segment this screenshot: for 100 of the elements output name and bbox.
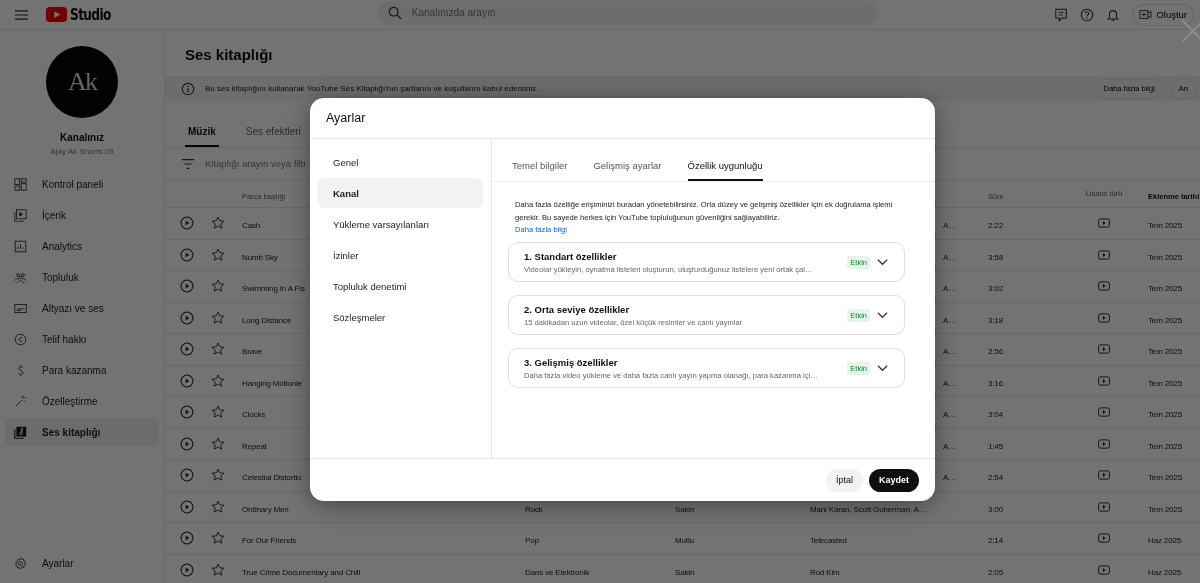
search-icon [387, 5, 402, 20]
settings-nav-item[interactable]: Sözleşmeler [318, 302, 483, 332]
track-title: Cash [242, 221, 261, 231]
date-cell: Tem 2025 [1148, 221, 1182, 231]
play-icon[interactable] [180, 405, 194, 420]
library-tab[interactable]: Ses efektleri [242, 120, 304, 147]
cancel-button[interactable]: İptal [825, 468, 863, 492]
settings-tab[interactable]: Özellik uygunluğu [687, 160, 763, 181]
play-logo-icon [46, 7, 67, 22]
artist-cell: A… [942, 473, 956, 483]
dialog-title: Ayarlar [326, 111, 366, 125]
star-icon[interactable] [211, 373, 225, 388]
star-icon[interactable] [211, 531, 225, 546]
track-title: Repeat [242, 441, 267, 451]
track-title: Clocks [242, 410, 266, 420]
play-icon[interactable] [180, 216, 194, 231]
settings-nav-item[interactable]: Yükleme varsayılanları [318, 209, 483, 239]
star-icon[interactable] [211, 279, 225, 294]
logo-text: Studio [70, 5, 111, 24]
settings-item[interactable]: Ayarlar [5, 549, 159, 577]
sidebar-item[interactable]: Analytics [5, 232, 159, 260]
sidebar-item[interactable]: İçerik [5, 201, 159, 229]
dashboard-icon [14, 177, 27, 191]
library-tab[interactable]: Müzik [185, 120, 219, 147]
settings-nav-item[interactable]: İzinler [318, 240, 483, 270]
duration-cell: 3:00 [988, 504, 1003, 514]
artist-cell: Rod Kim [810, 567, 840, 577]
date-cell: Tem 2025 [1148, 473, 1182, 483]
filter-icon[interactable] [181, 156, 195, 171]
chevron-down-icon[interactable] [877, 311, 888, 319]
date-cell: Tem 2025 [1148, 410, 1182, 420]
play-icon[interactable] [180, 562, 194, 577]
star-icon[interactable] [211, 310, 225, 325]
settings-nav-item[interactable]: Topluluk denetimi [318, 271, 483, 301]
video-license-icon [1098, 564, 1110, 575]
video-license-icon [1098, 438, 1110, 449]
play-icon[interactable] [180, 499, 194, 514]
video-license-icon [1098, 501, 1110, 512]
bell-icon[interactable] [1106, 7, 1121, 22]
date-cell: Tem 2025 [1148, 315, 1182, 325]
artist-cell: A… [942, 284, 956, 294]
duration-cell: 2:54 [988, 473, 1003, 483]
genre-cell: Dans ve Elektronik [525, 567, 589, 577]
sidebar-item[interactable]: Özelleştirme [5, 387, 159, 415]
banner-text: Bu ses kitaplığını kullanarak YouTube Ses Kitaplığı'nın şartlarını ve koşullarını kabul edersiniz. [205, 84, 539, 93]
star-icon[interactable] [211, 468, 225, 483]
play-icon[interactable] [180, 310, 194, 325]
menu-icon[interactable] [15, 7, 28, 22]
date-cell: Tem 2025 [1148, 441, 1182, 451]
play-icon[interactable] [180, 436, 194, 451]
artist-cell: A… [942, 252, 956, 262]
settings-nav-item[interactable]: Genel [318, 147, 483, 177]
sidebar-item[interactable]: Telif hakkı [5, 325, 159, 353]
sidebar-item[interactable]: Altyazı ve ses [5, 294, 159, 322]
date-cell: Haz 2025 [1148, 536, 1182, 546]
star-icon[interactable] [211, 405, 225, 420]
save-button[interactable]: Kaydet [869, 468, 919, 492]
play-icon[interactable] [180, 247, 194, 262]
duration-cell: 2:56 [988, 347, 1003, 357]
sidebar-item[interactable]: Topluluk [5, 263, 159, 291]
artist-cell: Mani Karan, Scott Guberman, A… [810, 504, 927, 514]
chevron-down-icon[interactable] [877, 364, 888, 372]
feedback-icon[interactable] [1054, 7, 1069, 22]
artist-cell: A… [942, 410, 956, 420]
artist-cell: A… [942, 441, 956, 451]
help-icon[interactable] [1080, 7, 1095, 22]
play-icon[interactable] [180, 468, 194, 483]
date-cell: Tem 2025 [1148, 378, 1182, 388]
feature-title: 3. Gelişmiş özellikler [524, 356, 619, 368]
channel-avatar[interactable]: Ak [46, 46, 118, 118]
settings-tab[interactable]: Gelişmiş ayarlar [593, 160, 662, 181]
play-icon[interactable] [180, 373, 194, 388]
artist-cell: A… [942, 347, 956, 357]
sidebar-item[interactable]: Ses kitaplığı [5, 418, 159, 446]
chevron-down-icon[interactable] [877, 258, 888, 266]
mood-cell: Sakin [675, 567, 695, 577]
play-icon[interactable] [180, 279, 194, 294]
star-icon[interactable] [211, 247, 225, 262]
duration-cell: 3:58 [988, 252, 1003, 262]
star-icon[interactable] [211, 216, 225, 231]
sidebar-item[interactable]: Kontrol paneli [5, 170, 159, 198]
star-icon[interactable] [211, 436, 225, 451]
artist-cell: Telecasted [810, 536, 847, 546]
settings-tab[interactable]: Temel bilgiler [512, 160, 568, 181]
track-title: Ordinary Men [242, 504, 289, 514]
sidebar-item[interactable]: Para kazanma [5, 356, 159, 384]
date-cell: Tem 2025 [1148, 504, 1182, 514]
play-icon[interactable] [180, 531, 194, 546]
play-icon[interactable] [180, 342, 194, 357]
duration-cell: 3:04 [988, 410, 1003, 420]
date-cell: Tem 2025 [1148, 252, 1182, 262]
star-icon[interactable] [211, 562, 225, 577]
settings-nav-item[interactable]: Kanal [318, 178, 483, 208]
track-title: Swimming In A Fis [242, 284, 305, 294]
star-icon[interactable] [211, 342, 225, 357]
video-license-icon [1098, 312, 1110, 323]
video-license-icon [1098, 533, 1110, 544]
star-icon[interactable] [211, 499, 225, 514]
date-cell: Haz 2025 [1148, 567, 1182, 577]
create-button[interactable]: Oluştur [1132, 3, 1194, 26]
